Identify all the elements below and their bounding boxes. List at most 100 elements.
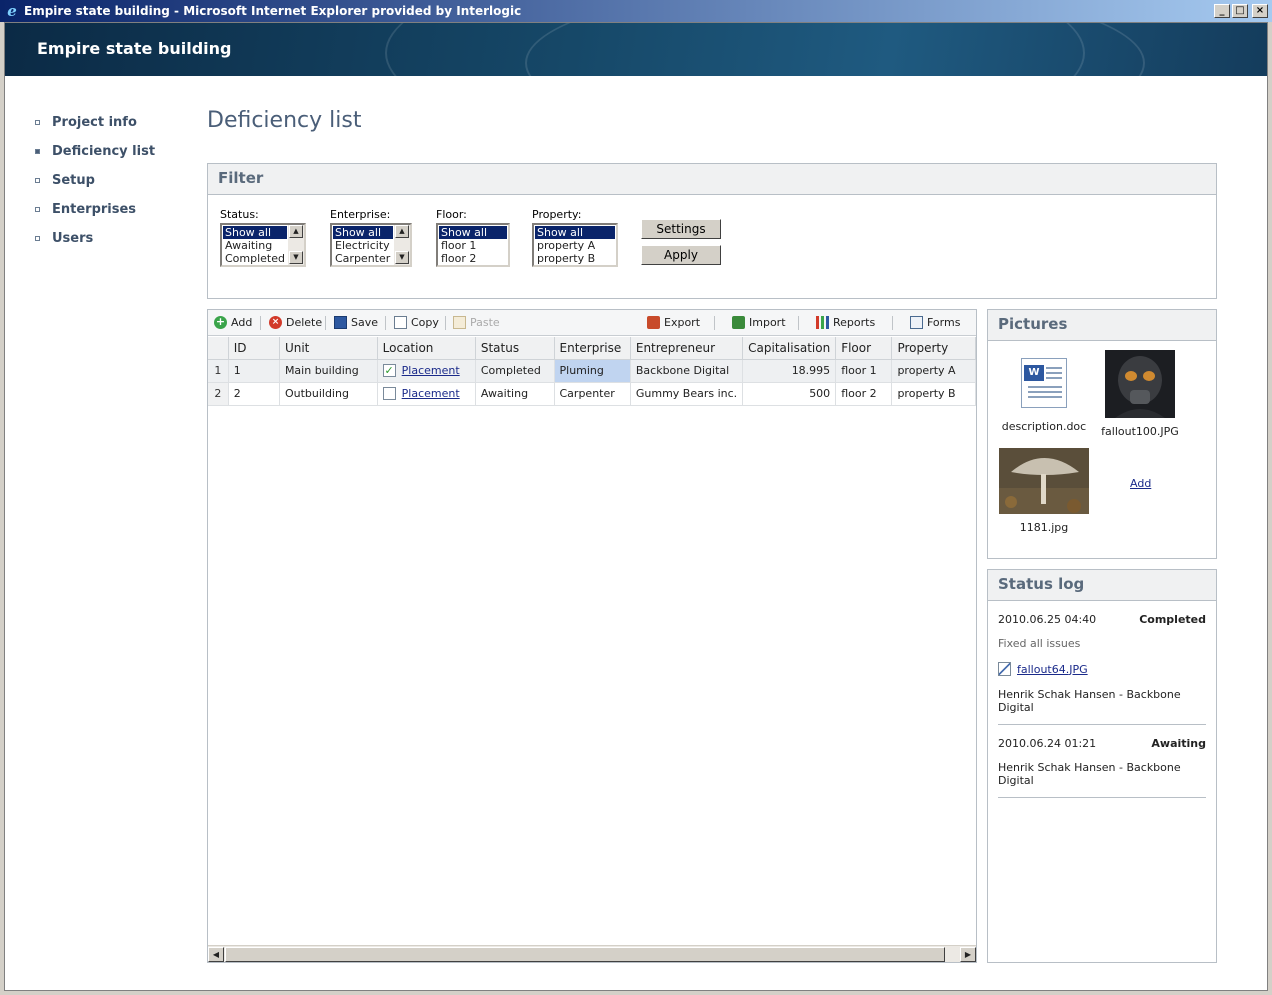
paste-button[interactable]: Paste xyxy=(453,316,500,329)
deficiency-grid: + Add × Delete Save Copy Paste Export Impo… xyxy=(207,309,977,963)
cell-floor[interactable]: floor 2 xyxy=(835,382,893,406)
picture-item[interactable]: 1181.jpg xyxy=(998,448,1090,534)
column-header-status[interactable]: Status xyxy=(475,337,555,360)
export-button[interactable]: Export xyxy=(647,316,700,329)
nav-item-users[interactable]: Users xyxy=(35,224,155,253)
column-header-enterprise[interactable]: Enterprise xyxy=(554,337,631,360)
listbox-scrollbar[interactable]: ▲ ▼ xyxy=(394,225,410,265)
location-link[interactable]: Placement xyxy=(402,364,460,377)
attachment-link[interactable]: fallout64.JPG xyxy=(1017,663,1088,676)
horizontal-scrollbar[interactable]: ◀ ▶ xyxy=(208,945,976,962)
column-header-capitalisation[interactable]: Capitalisation xyxy=(742,337,837,360)
apply-button[interactable]: Apply xyxy=(641,245,721,265)
listbox-option[interactable]: Carpenter xyxy=(333,252,393,265)
scroll-down-icon[interactable]: ▼ xyxy=(395,251,409,264)
listbox-scrollbar[interactable]: ▲ ▼ xyxy=(288,225,304,265)
nav-item-enterprises[interactable]: Enterprises xyxy=(35,195,155,224)
add-button[interactable]: + Add xyxy=(214,316,252,329)
listbox-option[interactable]: Awaiting xyxy=(223,239,287,252)
close-button[interactable]: × xyxy=(1252,4,1268,18)
listbox-option[interactable]: Electricity xyxy=(333,239,393,252)
column-header-location[interactable]: Location xyxy=(377,337,476,360)
log-attachment[interactable]: fallout64.JPG xyxy=(998,662,1206,676)
window-titlebar[interactable]: e Empire state building - Microsoft Inte… xyxy=(0,0,1272,22)
location-checkbox[interactable]: ✓ xyxy=(382,364,396,378)
listbox-option[interactable]: property A xyxy=(535,239,615,252)
paste-label: Paste xyxy=(470,316,500,329)
table-row[interactable]: 2 2 Outbuilding Placement Awaiting Carpe… xyxy=(208,382,976,406)
floor-listbox[interactable]: Show all floor 1 floor 2 xyxy=(436,223,510,267)
reports-button[interactable]: Reports xyxy=(816,316,875,329)
column-header-unit[interactable]: Unit xyxy=(279,337,378,360)
log-entry: 2010.06.24 01:21 Awaiting Henrik Schak H… xyxy=(998,737,1206,798)
settings-button[interactable]: Settings xyxy=(641,219,721,239)
listbox-option[interactable]: floor 1 xyxy=(439,239,507,252)
cell-unit[interactable]: Outbuilding xyxy=(279,382,378,406)
project-title: Empire state building xyxy=(37,39,232,58)
listbox-option[interactable]: Show all xyxy=(223,226,287,239)
cell-status[interactable]: Completed xyxy=(475,359,555,383)
listbox-option[interactable]: property B xyxy=(535,252,615,265)
enterprise-filter-label: Enterprise: xyxy=(330,208,391,221)
picture-item[interactable]: fallout100.JPG xyxy=(1096,350,1184,438)
location-link[interactable]: Placement xyxy=(402,387,460,400)
add-picture-link[interactable]: Add xyxy=(1130,477,1151,490)
listbox-option[interactable]: Show all xyxy=(439,226,507,239)
cell-property[interactable]: property A xyxy=(891,359,976,383)
scroll-up-icon[interactable]: ▲ xyxy=(289,225,303,238)
cell-unit[interactable]: Main building xyxy=(279,359,378,383)
location-checkbox[interactable] xyxy=(382,387,396,401)
cell-location[interactable]: ✓ Placement xyxy=(377,359,476,383)
cell-property[interactable]: property B xyxy=(891,382,976,406)
enterprise-listbox[interactable]: Show all Electricity Carpenter ▲ ▼ xyxy=(330,223,412,267)
cell-id[interactable]: 1 xyxy=(228,359,280,383)
word-logo-icon: W xyxy=(1024,365,1044,381)
table-row[interactable]: 1 1 Main building ✓ Placement Completed P… xyxy=(208,359,976,383)
nav-item-label: Deficiency list xyxy=(52,144,156,159)
cell-location[interactable]: Placement xyxy=(377,382,476,406)
listbox-option[interactable]: floor 2 xyxy=(439,252,507,265)
cell-entrepreneur[interactable]: Gummy Bears inc. xyxy=(630,382,744,406)
minimize-button[interactable]: _ xyxy=(1214,4,1230,18)
column-header-property[interactable]: Property xyxy=(891,337,976,360)
status-listbox[interactable]: Show all Awaiting Completed ▲ ▼ xyxy=(220,223,306,267)
cell-floor[interactable]: floor 1 xyxy=(835,359,893,383)
scroll-right-icon[interactable]: ▶ xyxy=(960,947,976,962)
listbox-option[interactable]: Completed xyxy=(223,252,287,265)
nav-item-deficiency-list[interactable]: Deficiency list xyxy=(35,137,155,166)
nav-item-setup[interactable]: Setup xyxy=(35,166,155,195)
column-header-floor[interactable]: Floor xyxy=(835,337,893,360)
window-controls: _ □ × xyxy=(1214,4,1268,18)
table-header-row: ID Unit Location Status Enterprise Entre… xyxy=(208,337,976,360)
copy-button[interactable]: Copy xyxy=(394,316,439,329)
column-header-id[interactable]: ID xyxy=(228,337,280,360)
scrollbar-thumb[interactable] xyxy=(225,947,945,962)
cell-status[interactable]: Awaiting xyxy=(475,382,555,406)
forms-button[interactable]: Forms xyxy=(910,316,960,329)
delete-button[interactable]: × Delete xyxy=(269,316,322,329)
save-button[interactable]: Save xyxy=(334,316,378,329)
scroll-up-icon[interactable]: ▲ xyxy=(395,225,409,238)
log-entry-header: 2010.06.24 01:21 Awaiting xyxy=(998,737,1206,750)
log-status: Awaiting xyxy=(1151,737,1206,750)
property-listbox[interactable]: Show all property A property B xyxy=(532,223,618,267)
cell-enterprise[interactable]: Carpenter xyxy=(554,382,631,406)
listbox-option[interactable]: Show all xyxy=(333,226,393,239)
scroll-left-icon[interactable]: ◀ xyxy=(208,947,224,962)
cell-entrepreneur[interactable]: Backbone Digital xyxy=(630,359,744,383)
cell-id[interactable]: 2 xyxy=(228,382,280,406)
import-button[interactable]: Import xyxy=(732,316,786,329)
listbox-option[interactable]: Show all xyxy=(535,226,615,239)
nav-item-project-info[interactable]: Project info xyxy=(35,108,155,137)
cell-enterprise[interactable]: Pluming xyxy=(554,359,631,383)
document-line xyxy=(1046,372,1062,374)
scroll-down-icon[interactable]: ▼ xyxy=(289,251,303,264)
save-label: Save xyxy=(351,316,379,329)
cell-capitalisation[interactable]: 500 xyxy=(742,382,837,406)
nav-item-label: Project info xyxy=(52,115,137,130)
column-header-entrepreneur[interactable]: Entrepreneur xyxy=(630,337,744,360)
cell-capitalisation[interactable]: 18.995 xyxy=(742,359,837,383)
maximize-button[interactable]: □ xyxy=(1232,4,1248,18)
image-file-icon xyxy=(998,662,1011,676)
picture-item[interactable]: W description.doc xyxy=(998,358,1090,433)
